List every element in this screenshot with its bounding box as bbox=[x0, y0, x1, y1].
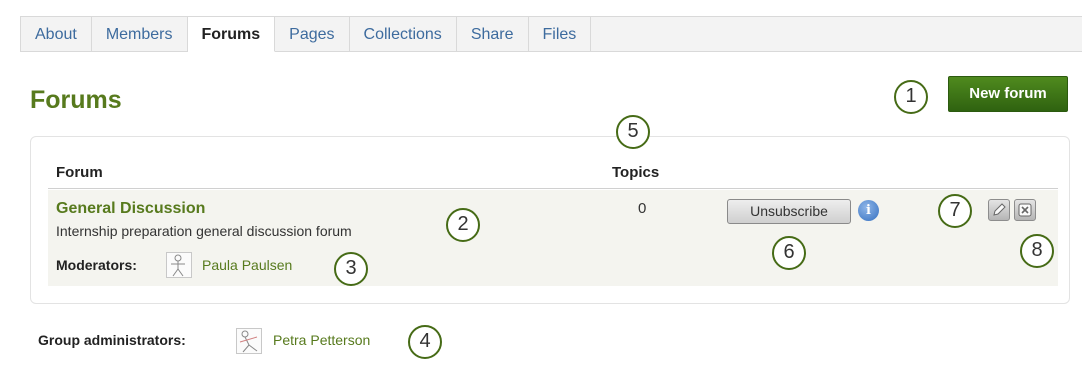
edit-button[interactable] bbox=[988, 199, 1010, 221]
callout-2: 2 bbox=[446, 208, 480, 242]
tab-share[interactable]: Share bbox=[456, 17, 529, 52]
stick-figure-icon bbox=[239, 330, 258, 353]
header-divider bbox=[48, 188, 1058, 189]
profile-image-icon[interactable] bbox=[166, 252, 192, 278]
unsubscribe-button[interactable]: Unsubscribe bbox=[727, 199, 851, 224]
page-title: Forums bbox=[30, 86, 122, 114]
delete-button[interactable] bbox=[1014, 199, 1036, 221]
callout-4: 4 bbox=[408, 325, 442, 359]
tab-files[interactable]: Files bbox=[528, 17, 592, 52]
moderators-label: Moderators: bbox=[56, 257, 137, 273]
callout-8: 8 bbox=[1020, 234, 1054, 268]
forum-name-link[interactable]: General Discussion bbox=[56, 200, 205, 218]
callout-5: 5 bbox=[616, 115, 650, 149]
callout-1: 1 bbox=[894, 80, 928, 114]
tab-collections[interactable]: Collections bbox=[349, 17, 457, 52]
forum-description: Internship preparation general discussio… bbox=[56, 223, 352, 239]
tab-pages[interactable]: Pages bbox=[275, 17, 350, 52]
admin-profile-image-icon[interactable] bbox=[236, 328, 262, 354]
callout-3: 3 bbox=[334, 252, 368, 286]
group-administrators-label: Group administrators: bbox=[38, 332, 186, 348]
tab-about[interactable]: About bbox=[21, 17, 92, 52]
topics-count: 0 bbox=[638, 200, 647, 217]
stick-figure-icon bbox=[171, 254, 185, 277]
tab-forums[interactable]: Forums bbox=[187, 17, 276, 52]
tab-members[interactable]: Members bbox=[91, 17, 188, 52]
new-forum-button[interactable]: New forum bbox=[948, 76, 1068, 112]
pencil-icon bbox=[993, 203, 1006, 216]
info-icon[interactable]: i bbox=[858, 200, 879, 221]
callout-7: 7 bbox=[938, 194, 972, 228]
delete-x-icon bbox=[1018, 203, 1032, 217]
moderator-link[interactable]: Paula Paulsen bbox=[202, 257, 292, 273]
column-header-topics: Topics bbox=[612, 164, 660, 181]
group-tabs: About Members Forums Pages Collections S… bbox=[20, 16, 1082, 52]
column-header-forum: Forum bbox=[56, 164, 103, 181]
group-admin-link[interactable]: Petra Petterson bbox=[273, 332, 370, 348]
callout-6: 6 bbox=[772, 236, 806, 270]
tab-bar-filler bbox=[591, 17, 1082, 52]
